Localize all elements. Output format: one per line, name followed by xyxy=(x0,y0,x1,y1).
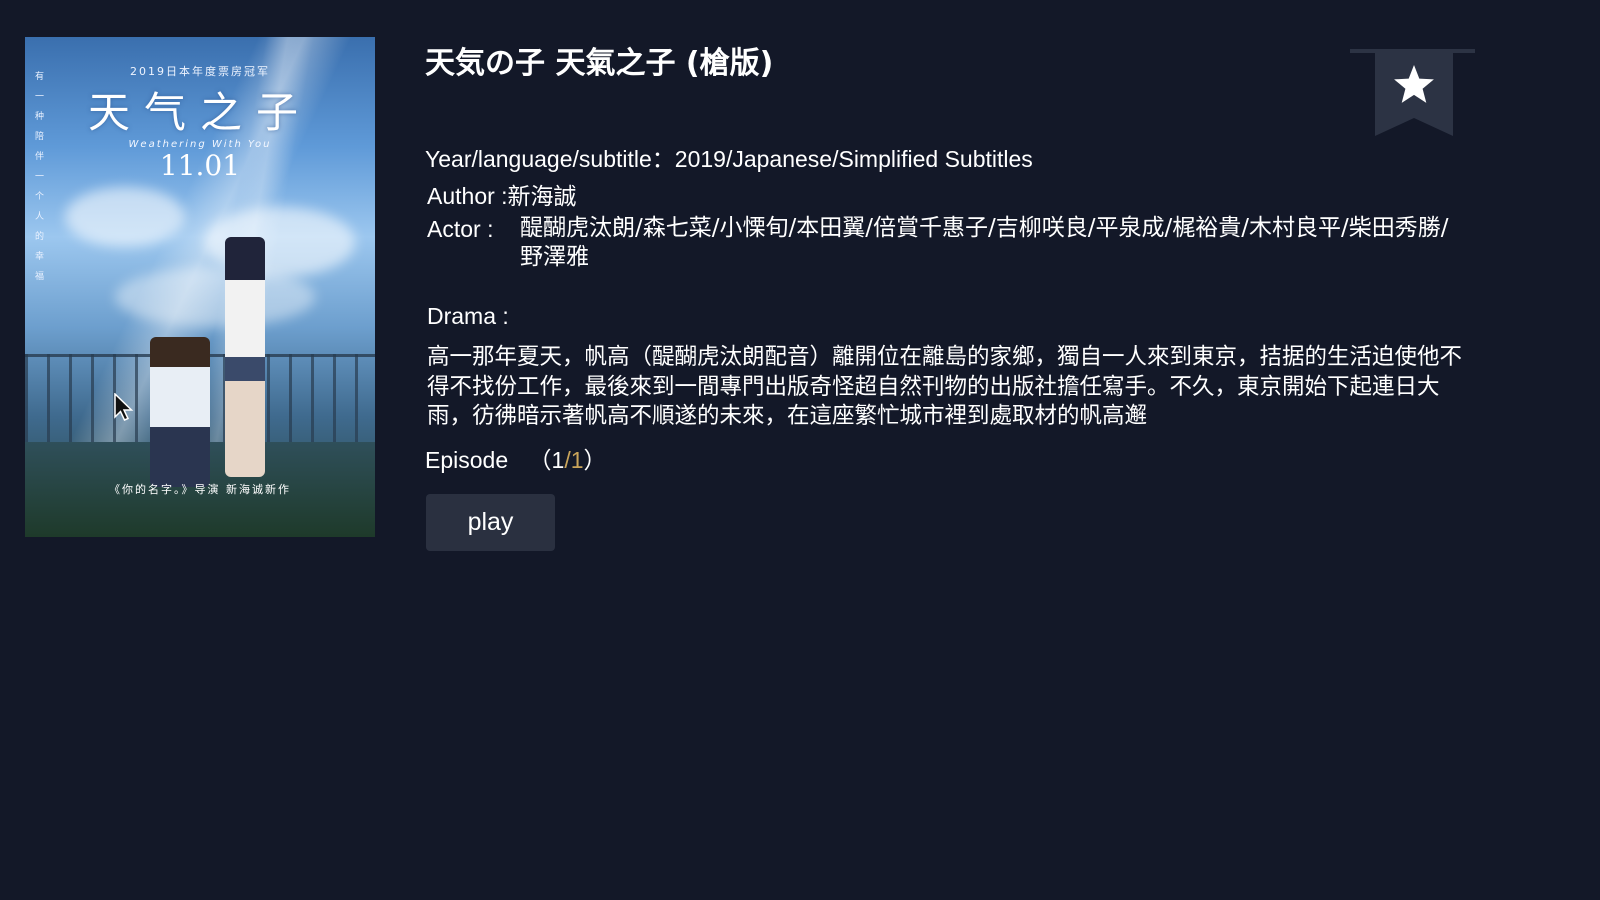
poster-caption: 《你的名字。》导演 新海诚新作 xyxy=(109,483,291,496)
actor-value: 醍醐虎汰朗/森七菜/小慄旬/本田翼/倍賞千惠子/吉柳咲良/平泉成/梶裕貴/木村良… xyxy=(520,215,1449,270)
year-value: 2019/Japanese/Simplified Subtitles xyxy=(674,146,1033,172)
drama-description: 高一那年夏天，帆高（醍醐虎汰朗配音）離開位在離島的家鄉，獨自一人來到東京，拮据的… xyxy=(427,344,1463,429)
poster-girl-figure xyxy=(225,237,265,477)
author-value: 新海誠 xyxy=(507,184,577,210)
episode-open-paren: （ xyxy=(528,447,552,473)
poster-cloud xyxy=(115,267,315,327)
drama-label: Drama : xyxy=(427,303,509,329)
movie-detail-screen: 2019日本年度票房冠军 天气之子 Weathering With You 11… xyxy=(0,0,1600,900)
episode-current: 1 xyxy=(551,447,565,473)
mouse-cursor-icon xyxy=(114,393,134,421)
episode-close-paren: ） xyxy=(583,447,607,473)
poster-top-text: 2019日本年度票房冠军 xyxy=(130,65,270,78)
movie-poster: 2019日本年度票房冠军 天气之子 Weathering With You 11… xyxy=(25,37,375,537)
movie-title: 天気の子 天氣之子 (槍版) xyxy=(425,46,774,81)
year-label: Year/language/subtitle： xyxy=(425,146,675,172)
play-button[interactable]: play xyxy=(426,494,555,551)
episode-label: Episode xyxy=(425,447,509,473)
poster-cloud xyxy=(65,187,185,247)
favorite-button[interactable] xyxy=(1375,52,1453,136)
poster-title: 天气之子 xyxy=(87,88,312,137)
author-row: Author :新海誠 xyxy=(427,177,577,211)
actor-label: Actor : xyxy=(427,216,494,242)
poster-date: 11.01 xyxy=(159,149,241,182)
episode-total: 1 xyxy=(570,447,584,473)
year-language-subtitle-row: Year/language/subtitle：2019/Japanese/Sim… xyxy=(425,140,1033,174)
author-label: Author : xyxy=(427,183,508,209)
poster-vertical-text: 有一种陪伴一个人的幸福 xyxy=(35,72,45,282)
episode-indicator: Episode （1/1） xyxy=(425,441,607,475)
poster-boy-figure xyxy=(150,337,210,487)
